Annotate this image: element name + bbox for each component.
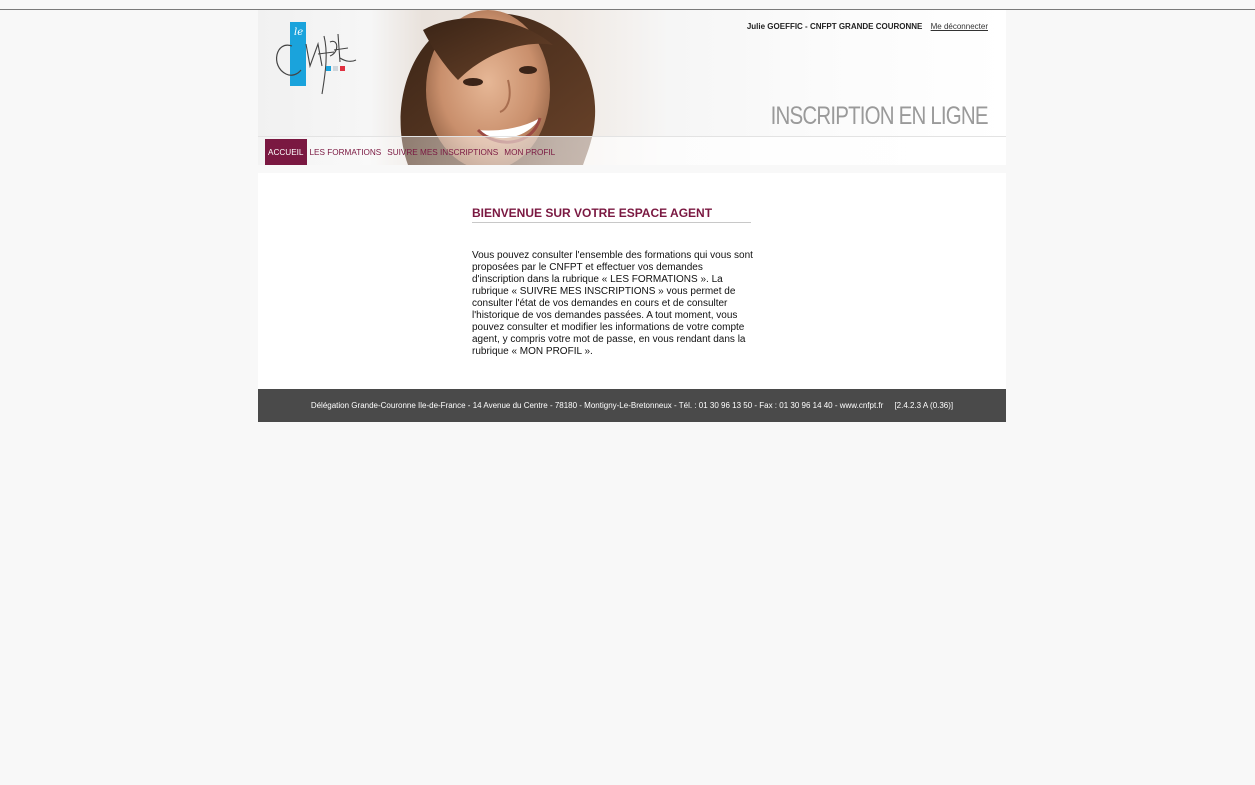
logout-link[interactable]: Me déconnecter [931,22,988,31]
site-footer: Délégation Grande-Couronne Ile-de-France… [258,389,1006,422]
user-name: Julie GOEFFIC - CNFPT GRANDE COURONNE [746,22,923,31]
nav-item-suivre-mes-inscriptions[interactable]: SUIVRE MES INSCRIPTIONS [384,139,501,165]
main-nav: ACCUEIL LES FORMATIONS SUIVRE MES INSCRI… [265,139,558,165]
footer-address: Délégation Grande-Couronne Ile-de-France… [310,401,884,410]
main-content: BIENVENUE SUR VOTRE ESPACE AGENT Vous po… [258,173,1006,389]
page-container: le Julie GOEFFIC - CNFPT GRANDE COURONNE… [258,10,1006,422]
header-spacer [258,165,1006,173]
welcome-title: BIENVENUE SUR VOTRE ESPACE AGENT [472,206,751,223]
page-heading: INSCRIPTION EN LIGNE [770,102,989,130]
site-header: le Julie GOEFFIC - CNFPT GRANDE COURONNE… [258,10,1006,165]
nav-item-les-formations[interactable]: LES FORMATIONS [307,139,385,165]
cnfpt-logo: le [276,22,357,95]
version-label: [2.4.2.3 A (0.36)] [894,401,954,410]
nav-item-accueil[interactable]: ACCUEIL [265,139,307,165]
user-bar: Julie GOEFFIC - CNFPT GRANDE COURONNE Me… [747,22,988,31]
svg-text:le: le [294,27,303,38]
welcome-text: Vous pouvez consulter l'ensemble des for… [472,250,753,357]
nav-item-mon-profil[interactable]: MON PROFIL [501,139,558,165]
